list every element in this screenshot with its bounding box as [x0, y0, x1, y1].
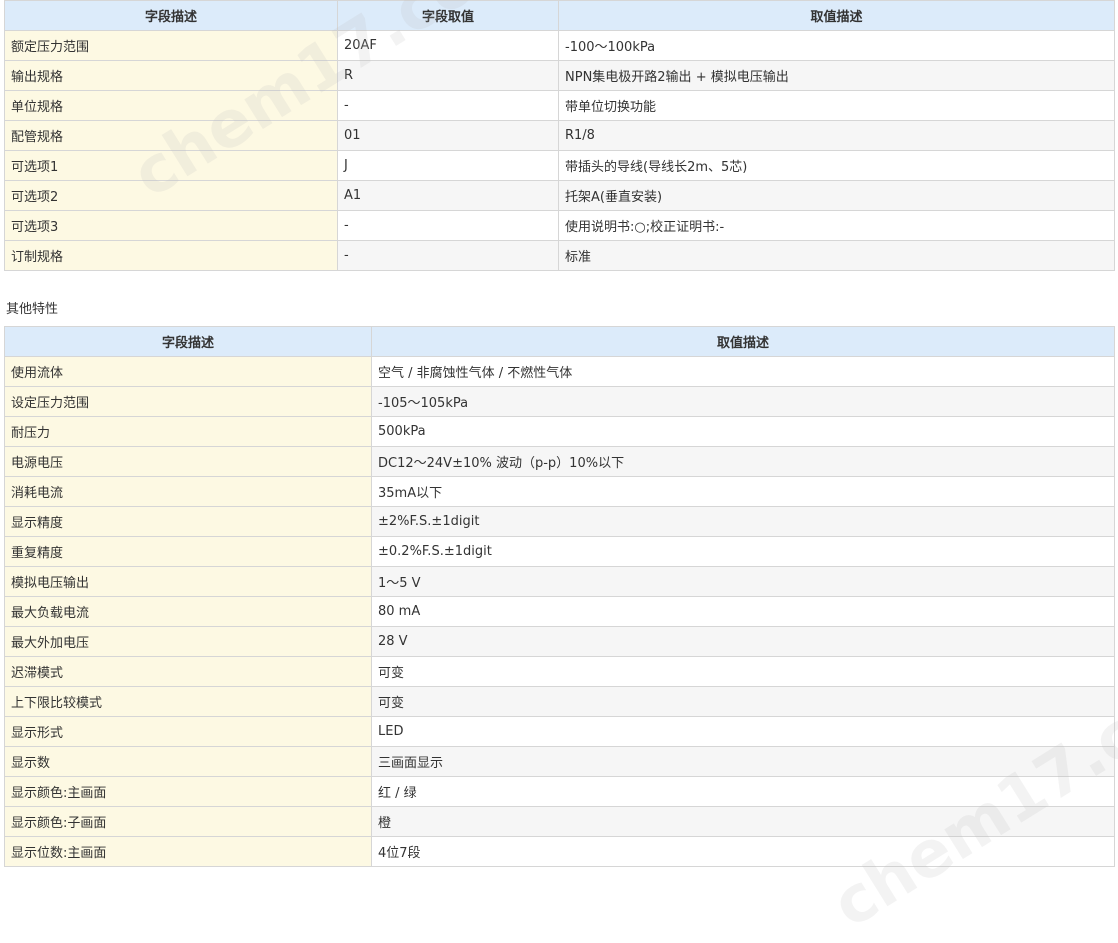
column-header: 字段取值 — [337, 0, 559, 31]
table-row: 显示位数:主画面 4位7段 — [4, 836, 1115, 867]
field-value-cell: 4位7段 — [371, 836, 1115, 867]
field-value-cell: -100～100kPa — [558, 30, 1115, 61]
table-row: 最大外加电压 28 V — [4, 626, 1115, 657]
table-row: 最大负载电流 80 mA — [4, 596, 1115, 627]
field-label-cell: 重复精度 — [4, 536, 372, 567]
table-row: 可选项3- 使用说明书:○;校正证明书:- — [4, 210, 1115, 241]
field-label-cell: 可选项3 — [4, 210, 338, 241]
column-header: 取值描述 — [558, 0, 1115, 31]
field-label-cell: 设定压力范围 — [4, 386, 372, 417]
table-row: 配管规格 01 R1/8 — [4, 120, 1115, 151]
table-row: 额定压力范围 20AF -100～100kPa — [4, 30, 1115, 61]
table-row: 显示数 三画面显示 — [4, 746, 1115, 777]
table-row: 可选项2 A1 托架A(垂直安装) — [4, 180, 1115, 211]
spec-table-1: 字段描述 字段取值 取值描述 额定压力范围 20AF -100～100kPa 输出规格… — [4, 0, 1115, 271]
field-label-cell: 迟滞模式 — [4, 656, 372, 687]
section-title: 其他特性 — [6, 302, 59, 317]
field-label-cell: 显示颜色:子画面 — [4, 806, 372, 837]
field-label-cell: 显示颜色:主画面 — [4, 776, 372, 807]
field-label-cell: 订制规格 — [4, 240, 338, 271]
table-row: 上下限比较模式 可变 — [4, 686, 1115, 717]
table-row: 电源电压 DC12～24V±10% 波动（p-p）10%以下 — [4, 446, 1115, 477]
field-value-cell: 35mA以下 — [371, 476, 1115, 507]
field-value-cell: ±0.2%F.S.±1digit — [371, 536, 1115, 567]
field-value-cell: - — [337, 210, 559, 241]
table-row: 可选项1 J 带插头的导线(导线长2m、5芯) — [4, 150, 1115, 181]
field-label-cell: 可选项1 — [4, 150, 338, 181]
field-value-cell: 橙 — [371, 806, 1115, 837]
table-row: 订制规格 - 标准 — [4, 240, 1115, 271]
field-label-cell: 消耗电流 — [4, 476, 372, 507]
field-value-cell: 托架A(垂直安装) — [558, 180, 1115, 211]
table-row: 输出规格 R NPN集电极开路2输出 + 模拟电压输出 — [4, 60, 1115, 91]
field-label-cell: 显示位数:主画面 — [4, 836, 372, 867]
table-row: 耐压力 500kPa — [4, 416, 1115, 447]
field-label-cell: 输出规格 — [4, 60, 338, 91]
table-row: 显示形式 LED — [4, 716, 1115, 747]
table-row: 显示精度 ±2%F.S.±1digit — [4, 506, 1115, 537]
column-header: 字段描述 — [4, 0, 338, 31]
field-value-cell: 01 — [337, 120, 559, 151]
field-value-cell: 1～5 V — [371, 566, 1115, 597]
field-value-cell: NPN集电极开路2输出 + 模拟电压输出 — [558, 60, 1115, 91]
field-value-cell: 带单位切换功能 — [558, 90, 1115, 121]
table-header-row: 字段描述 字段取值 取值描述 — [4, 0, 1115, 31]
field-value-cell: J — [337, 150, 559, 181]
field-label-cell: 显示精度 — [4, 506, 372, 537]
field-value-cell: 20AF — [337, 30, 559, 61]
field-label-cell: 显示数 — [4, 746, 372, 777]
field-value-cell: LED — [371, 716, 1115, 747]
field-value-cell: 使用说明书:○;校正证明书:- — [558, 210, 1115, 241]
field-value-cell: 可变 — [371, 656, 1115, 687]
field-label-cell: 上下限比较模式 — [4, 686, 372, 717]
table-header-row: 字段描述 取值描述 — [4, 326, 1115, 357]
field-value-cell: 标准 — [558, 240, 1115, 271]
field-value-cell: 80 mA — [371, 596, 1115, 627]
field-value-cell: DC12～24V±10% 波动（p-p）10%以下 — [371, 446, 1115, 477]
field-value-cell: 红 / 绿 — [371, 776, 1115, 807]
field-value-cell: R1/8 — [558, 120, 1115, 151]
table-row: 使用流体 空气 / 非腐蚀性气体 / 不燃性气体 — [4, 356, 1115, 387]
field-label-cell: 使用流体 — [4, 356, 372, 387]
column-header: 取值描述 — [371, 326, 1115, 357]
table-row: 显示颜色:子画面橙 — [4, 806, 1115, 837]
table-row: 显示颜色:主画面红 / 绿 — [4, 776, 1115, 807]
table-row: 模拟电压输出 1～5 V — [4, 566, 1115, 597]
field-value-cell: -105～105kPa — [371, 386, 1115, 417]
field-value-cell: 28 V — [371, 626, 1115, 657]
table-row: 消耗电流 35mA以下 — [4, 476, 1115, 507]
field-value-cell: - — [337, 240, 559, 271]
field-label-cell: 显示形式 — [4, 716, 372, 747]
table-row: 设定压力范围 -105～105kPa — [4, 386, 1115, 417]
field-value-cell: 空气 / 非腐蚀性气体 / 不燃性气体 — [371, 356, 1115, 387]
field-value-cell: ±2%F.S.±1digit — [371, 506, 1115, 537]
field-label-cell: 电源电压 — [4, 446, 372, 477]
field-value-cell: A1 — [337, 180, 559, 211]
field-value-cell: R — [337, 60, 559, 91]
field-label-cell: 配管规格 — [4, 120, 338, 151]
field-label-cell: 单位规格 — [4, 90, 338, 121]
column-header: 字段描述 — [4, 326, 372, 357]
field-label-cell: 模拟电压输出 — [4, 566, 372, 597]
field-value-cell: 可变 — [371, 686, 1115, 717]
field-label-cell: 最大负载电流 — [4, 596, 372, 627]
field-label-cell: 最大外加电压 — [4, 626, 372, 657]
table-row: 迟滞模式 可变 — [4, 656, 1115, 687]
field-value-cell: 三画面显示 — [371, 746, 1115, 777]
field-value-cell: 500kPa — [371, 416, 1115, 447]
field-label-cell: 额定压力范围 — [4, 30, 338, 61]
table-row: 重复精度 ±0.2%F.S.±1digit — [4, 536, 1115, 567]
field-value-cell: 带插头的导线(导线长2m、5芯) — [558, 150, 1115, 181]
field-label-cell: 可选项2 — [4, 180, 338, 211]
field-value-cell: - — [337, 90, 559, 121]
spec-table-2: 字段描述 取值描述 使用流体 空气 / 非腐蚀性气体 / 不燃性气体 设定压力范围 -… — [4, 326, 1115, 867]
field-label-cell: 耐压力 — [4, 416, 372, 447]
table-row: 单位规格 - 带单位切换功能 — [4, 90, 1115, 121]
